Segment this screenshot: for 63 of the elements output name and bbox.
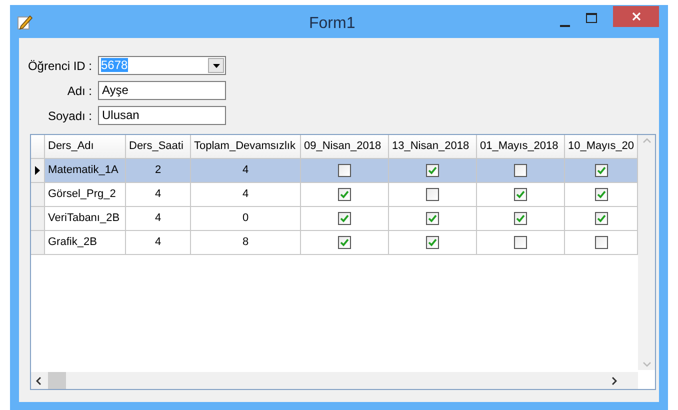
column-header[interactable]: Ders_Adı xyxy=(45,135,126,159)
first-name-field[interactable]: Ayşe xyxy=(98,81,226,100)
checkbox[interactable] xyxy=(514,236,527,249)
table-cell: Matematik_1A xyxy=(45,159,126,183)
column-header[interactable]: Toplam_Devamsızlık xyxy=(191,135,301,159)
scroll-thumb[interactable] xyxy=(48,372,66,389)
current-row-icon xyxy=(35,166,40,175)
check-icon xyxy=(428,166,437,175)
scroll-right-icon[interactable] xyxy=(612,376,617,384)
checkbox[interactable] xyxy=(514,212,527,225)
check-icon xyxy=(340,190,349,199)
table-cell: 4 xyxy=(191,159,301,183)
checkbox[interactable] xyxy=(594,188,608,201)
table-cell: 0 xyxy=(191,207,301,231)
field-label: Soyadı : xyxy=(46,108,93,124)
checkbox[interactable] xyxy=(426,236,439,249)
check-icon xyxy=(428,214,437,223)
table-cell: 4 xyxy=(191,183,301,207)
close-icon xyxy=(632,12,640,21)
field-label: Adı : xyxy=(66,82,93,100)
check-icon xyxy=(516,214,525,223)
table-cell: 4 xyxy=(126,207,191,231)
column-header[interactable]: Ders_Saati xyxy=(126,135,191,159)
table-cell: Görsel_Prg_2 xyxy=(45,183,126,207)
checkbox[interactable] xyxy=(338,188,351,201)
checkbox[interactable] xyxy=(594,164,608,177)
checkbox[interactable] xyxy=(426,188,439,201)
checkbox[interactable] xyxy=(338,236,351,249)
checkbox[interactable] xyxy=(594,212,608,225)
window-title: Form1 xyxy=(309,14,356,34)
table-cell: 8 xyxy=(191,231,301,255)
column-header[interactable]: 13_Nisan_2018 xyxy=(389,135,477,159)
checkbox[interactable] xyxy=(514,164,527,177)
check-icon xyxy=(516,190,525,199)
table-cell: 4 xyxy=(126,231,191,255)
table-cell: VeriTabanı_2B xyxy=(45,207,126,231)
field-label: Öğrenci ID : xyxy=(26,58,93,74)
check-icon xyxy=(596,214,606,223)
table-cell: 2 xyxy=(126,159,191,183)
checkbox[interactable] xyxy=(594,236,608,249)
checkbox[interactable] xyxy=(514,188,527,201)
last-name-field[interactable]: Ulusan xyxy=(98,106,226,125)
horizontal-scrollbar[interactable] xyxy=(31,372,638,389)
check-icon xyxy=(340,238,349,247)
check-icon xyxy=(428,238,437,247)
pencil-icon xyxy=(17,14,33,30)
table-cell: 4 xyxy=(126,183,191,207)
close-button[interactable] xyxy=(613,6,659,27)
checkbox[interactable] xyxy=(426,164,439,177)
checkbox[interactable] xyxy=(338,212,351,225)
column-header[interactable]: 01_Mayıs_2018 xyxy=(477,135,565,159)
maximize-icon[interactable] xyxy=(586,13,597,23)
checkbox[interactable] xyxy=(426,212,439,225)
checkbox[interactable] xyxy=(338,164,351,177)
check-icon xyxy=(596,190,606,199)
column-header[interactable]: 09_Nisan_2018 xyxy=(301,135,389,159)
scroll-left-icon[interactable] xyxy=(36,376,41,384)
check-icon xyxy=(596,166,606,175)
corner-header xyxy=(31,135,45,159)
check-icon xyxy=(340,214,349,223)
column-header[interactable]: 10_Mayıs_20 xyxy=(565,135,638,159)
table-cell: Grafik_2B xyxy=(45,231,126,255)
row-header[interactable] xyxy=(31,159,45,183)
